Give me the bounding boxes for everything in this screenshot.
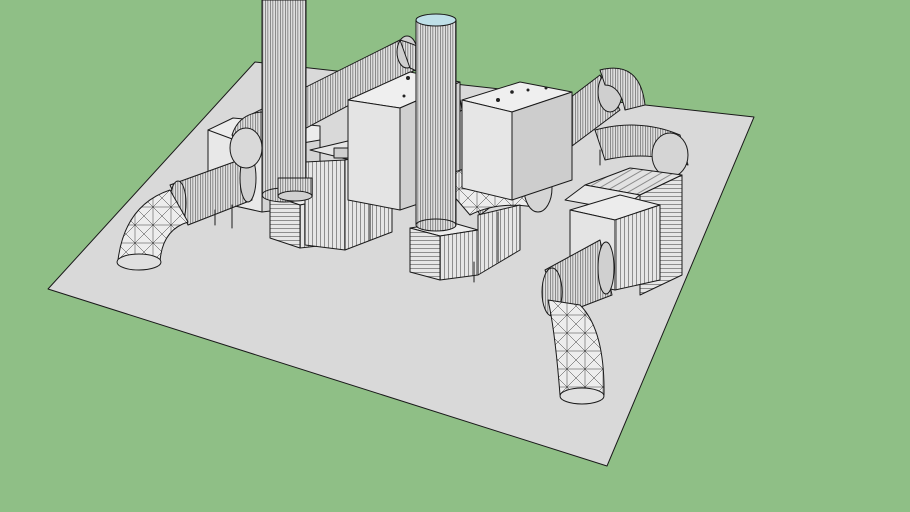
model-scene	[47, 0, 755, 467]
model-viewport[interactable]	[0, 0, 910, 512]
stack-left	[261, 0, 313, 203]
stack-center	[415, 13, 457, 232]
unit-right-box	[461, 81, 573, 201]
